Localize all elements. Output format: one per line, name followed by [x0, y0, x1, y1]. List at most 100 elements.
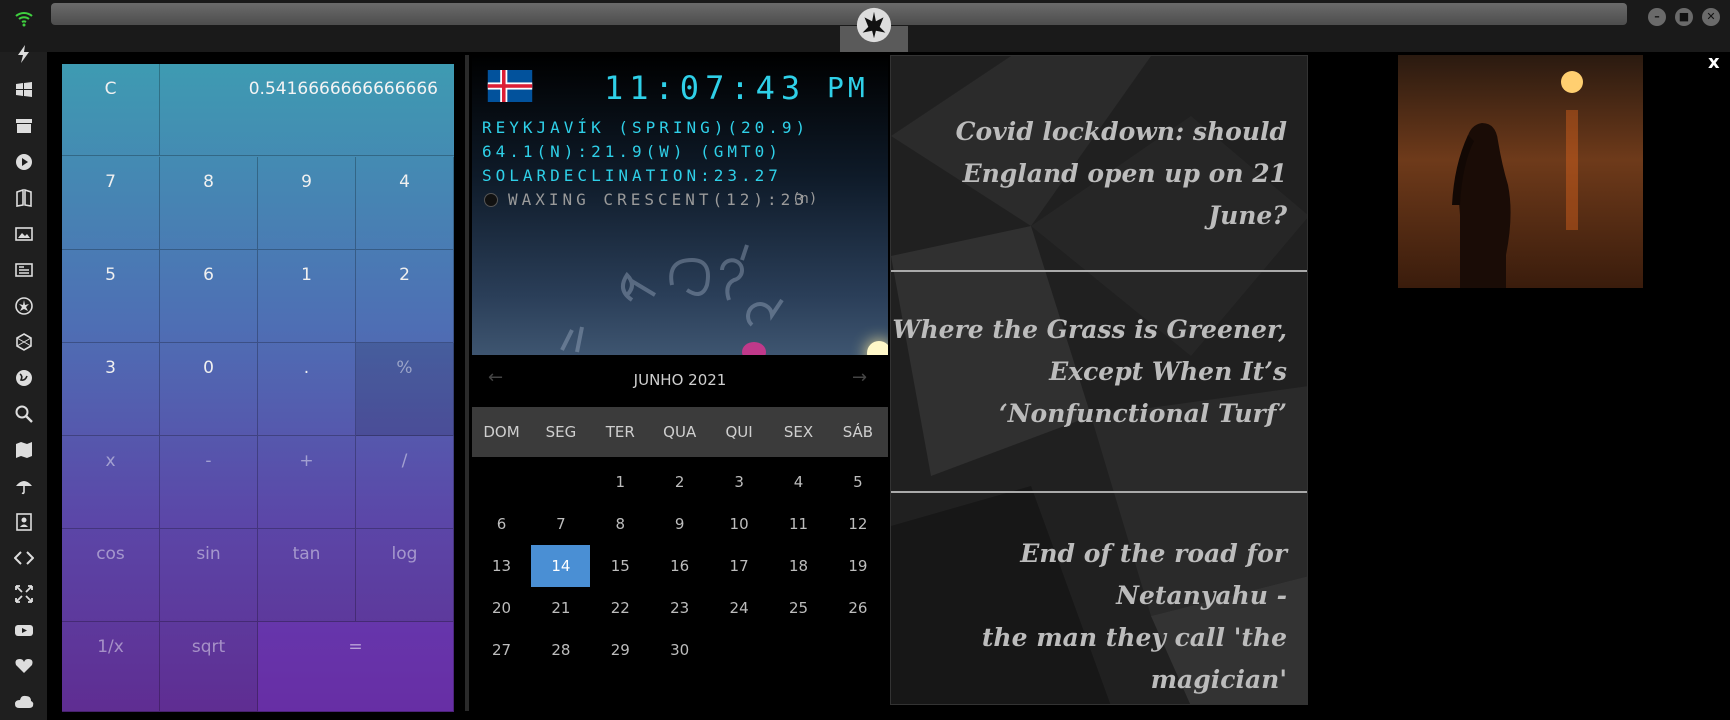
code-icon[interactable] [12, 546, 36, 570]
calendar-day[interactable]: 22 [591, 587, 650, 629]
umbrella-icon[interactable] [12, 474, 36, 498]
close-icon[interactable]: ✕ [1702, 8, 1720, 26]
archive-icon[interactable] [12, 114, 36, 138]
news-headline[interactable]: Covid lockdown: should England open up on… [891, 111, 1287, 237]
emblem-icon[interactable] [12, 294, 36, 318]
news-headline[interactable]: Where the Grass is Greener, Except When I… [892, 309, 1287, 435]
calendar-day[interactable]: 18 [769, 545, 828, 587]
calc-key[interactable]: cos [62, 529, 160, 622]
contacts-icon[interactable] [12, 510, 36, 534]
calc-key[interactable]: log [356, 529, 454, 622]
sun-icon [867, 341, 888, 355]
planet-icon [742, 342, 766, 355]
calc-key[interactable]: . [258, 343, 356, 436]
calc-key[interactable]: % [356, 343, 454, 436]
news-headline[interactable]: End of the road for Netanyahu - the man t… [891, 533, 1287, 704]
headline-line: England open up on 21 June? [962, 159, 1287, 230]
month-label: JUNHO 2021 [633, 371, 727, 389]
calendar-day[interactable]: 23 [650, 587, 709, 629]
calendar-day[interactable]: 12 [828, 503, 887, 545]
maximize-icon[interactable]: ■ [1675, 8, 1693, 26]
calendar-day[interactable]: 16 [650, 545, 709, 587]
location-line: REYKJAVÍK (SPRING)(20.9) [482, 118, 810, 137]
calc-key[interactable]: / [356, 436, 454, 529]
world-clock-panel: 11:07:43 PM REYKJAVÍK (SPRING)(20.9) 64.… [472, 55, 888, 355]
calc-key[interactable]: 1 [258, 250, 356, 343]
calc-key[interactable]: sin [160, 529, 258, 622]
calendar-day[interactable]: 11 [769, 503, 828, 545]
calendar-day-today[interactable]: 14 [531, 545, 591, 587]
play-icon[interactable] [12, 150, 36, 174]
sidebar [0, 0, 47, 720]
map-book-icon[interactable] [12, 186, 36, 210]
search-icon[interactable] [12, 402, 36, 426]
wifi-icon[interactable] [12, 6, 36, 30]
lightning-icon[interactable] [12, 42, 36, 66]
iceland-flag-icon [487, 70, 533, 102]
headline-line: Covid lockdown: should [955, 117, 1287, 146]
expand-icon[interactable] [12, 582, 36, 606]
calendar-day[interactable]: 10 [710, 503, 769, 545]
calendar-day[interactable]: 17 [710, 545, 769, 587]
calendar-day[interactable]: 25 [769, 587, 828, 629]
calc-key[interactable]: tan [258, 529, 356, 622]
youtube-icon[interactable] [12, 618, 36, 642]
calc-key[interactable]: 5 [62, 250, 160, 343]
calendar-day[interactable]: 4 [769, 461, 828, 503]
calendar-day[interactable]: 3 [710, 461, 769, 503]
close-photo-icon[interactable]: x [1708, 52, 1720, 73]
calculator-display: 0.5416666666666666 [160, 64, 454, 156]
calendar-day[interactable]: 9 [650, 503, 709, 545]
globe-icon[interactable] [12, 366, 36, 390]
calc-key[interactable]: - [160, 436, 258, 529]
calendar-day[interactable]: 24 [710, 587, 769, 629]
address-bar[interactable] [51, 3, 1627, 25]
calc-key[interactable]: + [258, 436, 356, 529]
hexagon-icon[interactable] [12, 330, 36, 354]
solar-declination-line: SOLARDECLINATION:23.27 [482, 166, 782, 185]
next-month-icon[interactable]: → [852, 367, 867, 388]
weekday-header: DOM SEG TER QUA QUI SEX SÁB [472, 407, 888, 457]
calc-key[interactable]: 2 [356, 250, 454, 343]
sunset-photo[interactable] [1398, 55, 1643, 288]
news-icon[interactable] [12, 258, 36, 282]
calc-key[interactable]: x [62, 436, 160, 529]
calc-key[interactable]: 4 [356, 157, 454, 250]
calendar-day[interactable]: 30 [650, 629, 709, 671]
calendar-day[interactable]: 2 [650, 461, 709, 503]
clock-time: 11:07:43 [604, 69, 807, 107]
calc-key[interactable]: 7 [62, 157, 160, 250]
calendar-day[interactable]: 15 [591, 545, 650, 587]
calendar-day[interactable]: 6 [472, 503, 531, 545]
weekday-label: SÁB [842, 423, 874, 441]
calc-key[interactable]: 6 [160, 250, 258, 343]
calendar-day[interactable]: 8 [591, 503, 650, 545]
image-icon[interactable] [12, 222, 36, 246]
calendar-day[interactable]: 20 [472, 587, 531, 629]
calc-key[interactable]: 9 [258, 157, 356, 250]
calc-key[interactable]: 1/x [62, 622, 160, 712]
clear-button[interactable]: C [62, 64, 160, 156]
map-icon[interactable] [12, 438, 36, 462]
heart-icon[interactable] [12, 654, 36, 678]
weekday-label: SEX [783, 423, 814, 441]
calc-key[interactable]: sqrt [160, 622, 258, 712]
cloud-icon[interactable] [12, 690, 36, 714]
calendar-day[interactable]: 21 [531, 587, 590, 629]
calendar-day[interactable]: 27 [472, 629, 531, 671]
calendar-day[interactable]: 5 [828, 461, 887, 503]
calendar-day[interactable]: 13 [472, 545, 531, 587]
calc-key[interactable]: 8 [160, 157, 258, 250]
equals-button[interactable]: = [258, 622, 454, 712]
clock-ampm: PM [827, 71, 869, 104]
calendar-day[interactable]: 28 [531, 629, 590, 671]
calc-key[interactable]: 0 [160, 343, 258, 436]
minimize-icon[interactable]: – [1648, 8, 1666, 26]
calc-key[interactable]: 3 [62, 343, 160, 436]
calendar-day[interactable]: 19 [828, 545, 887, 587]
windows-icon[interactable] [12, 78, 36, 102]
calendar-day[interactable]: 1 [591, 461, 650, 503]
calendar-day[interactable]: 26 [828, 587, 887, 629]
calendar-day[interactable]: 29 [591, 629, 650, 671]
calendar-day[interactable]: 7 [531, 503, 590, 545]
